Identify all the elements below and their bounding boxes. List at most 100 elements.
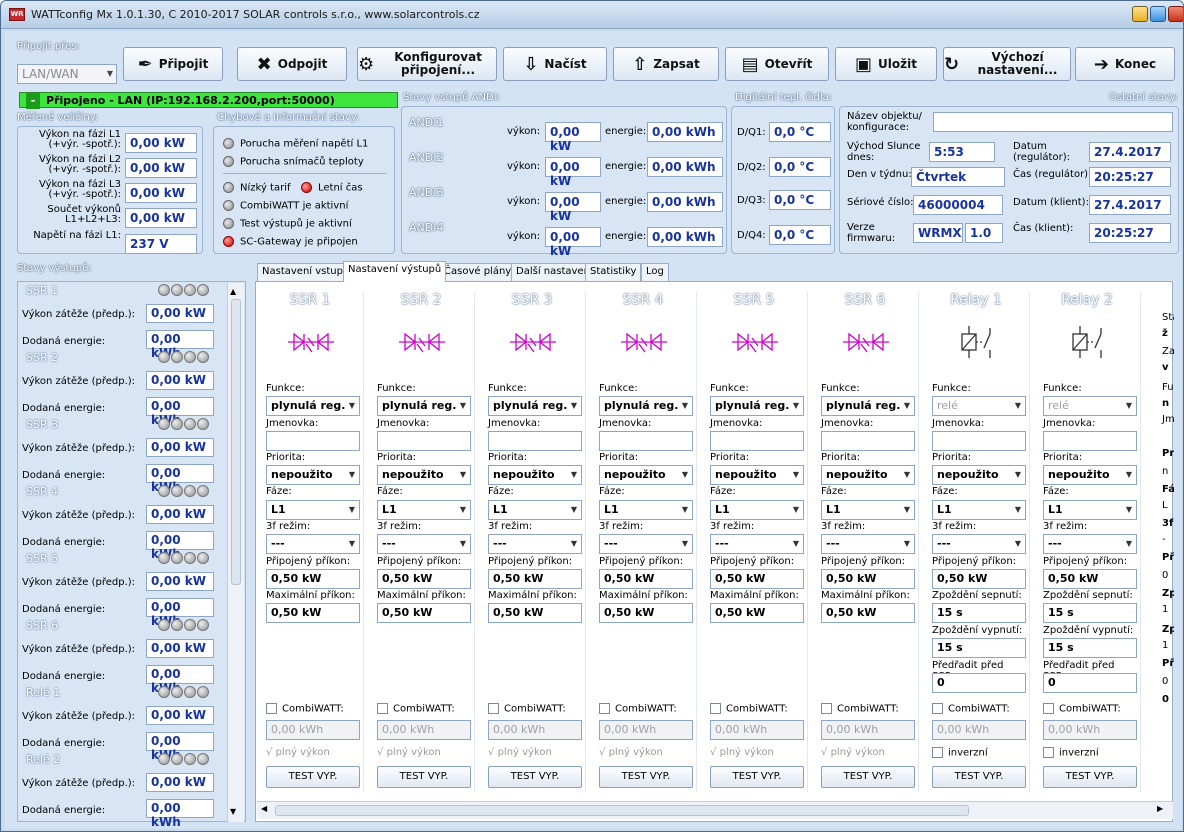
input-field[interactable]: 0,50 kW <box>377 569 471 589</box>
input-field[interactable]: 0,50 kW <box>599 603 693 623</box>
input-field[interactable]: 0,50 kW <box>710 569 804 589</box>
write-button[interactable]: ⇧ Zapsat <box>613 47 719 81</box>
test-output-button[interactable]: TEST VYP. <box>710 766 804 788</box>
input-field[interactable] <box>266 431 360 451</box>
checkbox[interactable]: √ plný výkon <box>377 747 441 758</box>
input-field[interactable]: 0,00 kWh <box>488 720 582 740</box>
tab[interactable]: Nastavení vstupů <box>257 263 355 281</box>
outputs-scrollbar[interactable]: ▲ ▼ <box>227 283 244 822</box>
select[interactable]: L1 ▼ <box>932 500 1026 520</box>
test-output-button[interactable]: TEST VYP. <box>1043 766 1137 788</box>
select[interactable]: --- ▼ <box>599 534 693 554</box>
select[interactable]: plynulá reg. ▼ <box>599 396 693 416</box>
input-field[interactable]: 0 <box>932 673 1026 693</box>
input-field[interactable]: 0,00 kWh <box>821 720 915 740</box>
tab[interactable]: Log <box>641 263 669 281</box>
input-field[interactable]: 0,00 kWh <box>266 720 360 740</box>
select[interactable]: --- ▼ <box>932 534 1026 554</box>
input-field[interactable]: 0,50 kW <box>710 603 804 623</box>
input-field[interactable] <box>488 431 582 451</box>
input-field[interactable]: 0,50 kW <box>266 603 360 623</box>
checkbox[interactable]: CombiWATT: <box>932 703 1010 715</box>
checkbox[interactable]: √ plný výkon <box>266 747 330 758</box>
select[interactable]: L1 ▼ <box>488 500 582 520</box>
defaults-button[interactable]: ↻ Výchozí nastavení... <box>943 47 1071 81</box>
select[interactable]: L1 ▼ <box>599 500 693 520</box>
checkbox[interactable]: CombiWATT: <box>488 703 566 715</box>
close-button[interactable] <box>1168 6 1183 22</box>
scroll-right-icon[interactable]: ▶ <box>1157 804 1163 813</box>
select[interactable]: nepoužito ▼ <box>821 465 915 485</box>
select[interactable]: nepoužito ▼ <box>932 465 1026 485</box>
minimize-button[interactable] <box>1132 6 1148 22</box>
select[interactable]: --- ▼ <box>377 534 471 554</box>
exit-button[interactable]: ➔ Konec <box>1075 47 1175 81</box>
tab[interactable]: Statistiky <box>585 263 642 281</box>
checkbox[interactable]: √ plný výkon <box>488 747 552 758</box>
input-field[interactable]: 0,00 kWh <box>710 720 804 740</box>
input-field[interactable]: 15 s <box>1043 638 1137 658</box>
maximize-button[interactable] <box>1150 6 1166 22</box>
select[interactable]: plynulá reg. ▼ <box>266 396 360 416</box>
input-field[interactable]: 0 <box>1043 673 1137 693</box>
tab[interactable]: Nastavení výstupů <box>343 261 447 282</box>
select[interactable]: L1 ▼ <box>821 500 915 520</box>
select[interactable]: --- ▼ <box>266 534 360 554</box>
input-field[interactable]: 0,50 kW <box>1043 569 1137 589</box>
hscroll-thumb[interactable] <box>275 805 969 816</box>
input-field[interactable]: 0,00 kWh <box>599 720 693 740</box>
connect-via-select[interactable]: LAN/WAN ▼ <box>17 64 117 84</box>
select[interactable]: nepoužito ▼ <box>377 465 471 485</box>
test-output-button[interactable]: TEST VYP. <box>488 766 582 788</box>
select[interactable]: L1 ▼ <box>266 500 360 520</box>
checkbox[interactable]: inverzní <box>1043 747 1099 759</box>
save-button[interactable]: ▣ Uložit <box>835 47 937 81</box>
select[interactable]: --- ▼ <box>488 534 582 554</box>
input-field[interactable]: 0,00 kWh <box>932 720 1026 740</box>
input-field[interactable]: 15 s <box>932 638 1026 658</box>
input-field[interactable] <box>599 431 693 451</box>
scroll-down-icon[interactable]: ▼ <box>230 807 236 816</box>
input-field[interactable] <box>932 431 1026 451</box>
checkbox[interactable]: CombiWATT: <box>599 703 677 715</box>
checkbox[interactable]: √ plný výkon <box>821 747 885 758</box>
select[interactable]: plynulá reg. ▼ <box>377 396 471 416</box>
input-field[interactable]: 0,50 kW <box>266 569 360 589</box>
select[interactable]: nepoužito ▼ <box>599 465 693 485</box>
select[interactable]: nepoužito ▼ <box>1043 465 1137 485</box>
select[interactable]: nepoužito ▼ <box>710 465 804 485</box>
select[interactable]: nepoužito ▼ <box>488 465 582 485</box>
input-field[interactable]: 15 s <box>932 603 1026 623</box>
input-field[interactable]: 0,00 kWh <box>1043 720 1137 740</box>
open-button[interactable]: ▤ Otevřít <box>725 47 829 81</box>
select[interactable]: plynulá reg. ▼ <box>821 396 915 416</box>
checkbox[interactable]: inverzní <box>932 747 988 759</box>
test-output-button[interactable]: TEST VYP. <box>821 766 915 788</box>
configure-connection-button[interactable]: ⚙ Konfigurovat připojení... <box>357 47 497 81</box>
test-output-button[interactable]: TEST VYP. <box>377 766 471 788</box>
input-field[interactable]: 0,50 kW <box>821 603 915 623</box>
input-field[interactable] <box>1043 431 1137 451</box>
input-field[interactable] <box>377 431 471 451</box>
checkbox[interactable]: √ plný výkon <box>599 747 663 758</box>
scroll-left-icon[interactable]: ◀ <box>261 804 267 813</box>
select[interactable]: plynulá reg. ▼ <box>710 396 804 416</box>
select[interactable]: relé ▼ <box>932 396 1026 416</box>
checkbox[interactable]: CombiWATT: <box>377 703 455 715</box>
tab[interactable]: Časové plány <box>439 263 517 281</box>
input-field[interactable]: 0,50 kW <box>377 603 471 623</box>
load-button[interactable]: ⇩ Načíst <box>503 47 607 81</box>
select[interactable]: L1 ▼ <box>377 500 471 520</box>
test-output-button[interactable]: TEST VYP. <box>266 766 360 788</box>
select[interactable]: L1 ▼ <box>710 500 804 520</box>
input-field[interactable]: 0,50 kW <box>821 569 915 589</box>
input-field[interactable]: 15 s <box>1043 603 1137 623</box>
select[interactable]: nepoužito ▼ <box>266 465 360 485</box>
object-name-field[interactable] <box>933 112 1173 132</box>
select[interactable]: --- ▼ <box>821 534 915 554</box>
input-field[interactable] <box>710 431 804 451</box>
scroll-up-icon[interactable]: ▲ <box>230 287 236 296</box>
input-field[interactable]: 0,50 kW <box>488 603 582 623</box>
select[interactable]: relé ▼ <box>1043 396 1137 416</box>
connect-button[interactable]: ✒ Připojit <box>123 47 223 81</box>
